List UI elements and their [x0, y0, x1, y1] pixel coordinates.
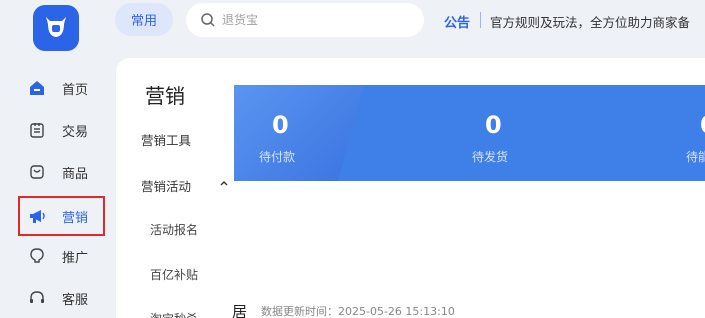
- order-icon: [28, 121, 46, 139]
- nav-label: 商品: [62, 166, 89, 182]
- nav-item-promotion[interactable]: 推广: [18, 238, 104, 274]
- frequent-used-chip[interactable]: 常用: [115, 3, 173, 36]
- stat-value-pending-shipment[interactable]: 0: [485, 111, 502, 139]
- stat-label-pending-payment: 待付款: [259, 150, 296, 164]
- nav-label: 首页: [62, 82, 89, 98]
- lightbulb-icon: [28, 247, 46, 265]
- menu-activity-signup[interactable]: 活动报名: [150, 221, 198, 238]
- stat-label-pending-shipment: 待发货: [472, 150, 509, 164]
- home-icon: [28, 79, 46, 97]
- data-section-heading: 居: [232, 303, 248, 318]
- menu-flash-sale[interactable]: 淘宝秒杀: [150, 310, 198, 318]
- selection-highlight: [18, 196, 105, 236]
- nav-label: 客服: [62, 292, 89, 308]
- menu-marketing-activities[interactable]: 营销活动: [141, 176, 191, 195]
- menu-marketing-tools[interactable]: 营销工具: [141, 130, 191, 149]
- stat-value-pending-payment[interactable]: 0: [272, 111, 289, 139]
- search-box[interactable]: [186, 3, 424, 37]
- nav-label: 推广: [62, 250, 89, 266]
- chevron-up-icon[interactable]: [219, 178, 229, 188]
- app-logo[interactable]: [33, 5, 79, 51]
- goods-icon: [28, 163, 46, 181]
- order-stats-banner: 0 待付款 0 待发货 0 待能: [234, 85, 705, 181]
- search-icon: [201, 13, 215, 27]
- headset-icon: [28, 289, 46, 307]
- menu-subsidy[interactable]: 百亿补贴: [150, 266, 198, 283]
- notice-divider: [480, 12, 481, 28]
- page-title: 营销: [145, 84, 185, 108]
- data-updated-time: 数据更新时间：2025-05-26 15:13:10: [261, 305, 455, 318]
- nav-label: 交易: [62, 124, 89, 140]
- nav-item-trade[interactable]: 交易: [18, 112, 104, 148]
- stat-value-third[interactable]: 0: [700, 111, 705, 139]
- cow-icon: [46, 17, 66, 37]
- nav-item-goods[interactable]: 商品: [18, 154, 104, 190]
- notice-text[interactable]: 官方规则及玩法，全方位助力商家备: [490, 12, 705, 31]
- banner-decoration: [234, 85, 364, 181]
- nav-item-service[interactable]: 客服: [18, 280, 104, 316]
- stat-label-third: 待能: [686, 150, 705, 164]
- notice-label[interactable]: 公告: [444, 12, 470, 31]
- nav-item-home[interactable]: 首页: [18, 70, 104, 106]
- search-input[interactable]: [222, 13, 402, 27]
